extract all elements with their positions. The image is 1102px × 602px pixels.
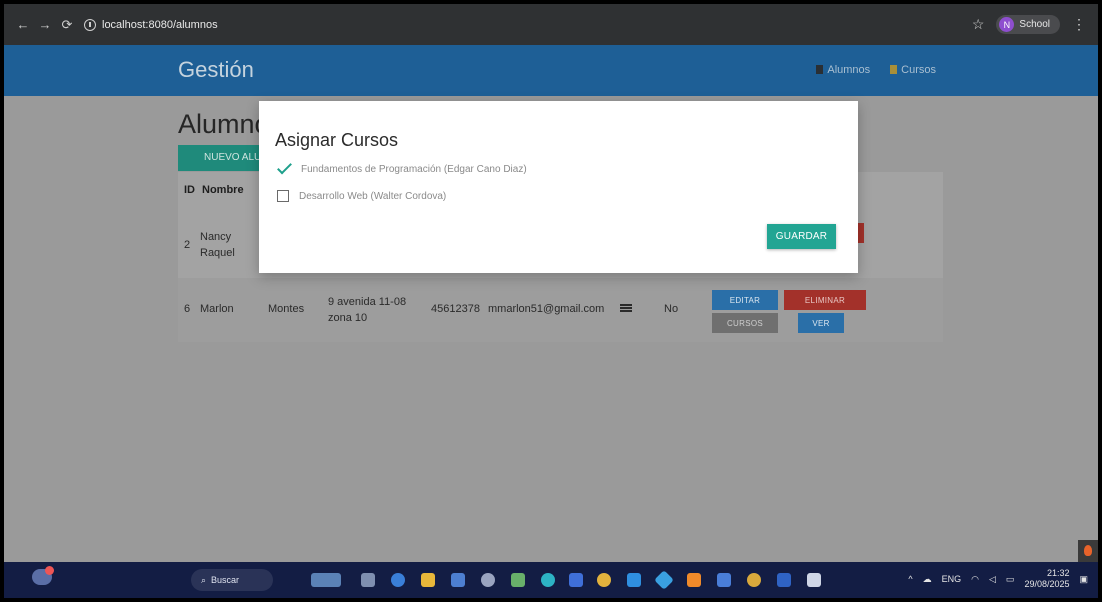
- assign-courses-modal: Asignar Cursos Fundamentos de Programaci…: [259, 101, 858, 273]
- xampp-icon[interactable]: [686, 570, 702, 590]
- course-list-icon[interactable]: [620, 304, 632, 312]
- windows-start-icon[interactable]: [167, 573, 181, 587]
- browser-menu-icon[interactable]: ⋮: [1072, 16, 1086, 33]
- search-icon: ⌕: [201, 574, 207, 585]
- delete-button[interactable]: ELIMINAR: [784, 290, 866, 310]
- forward-icon[interactable]: →: [34, 17, 56, 32]
- word-icon[interactable]: [776, 570, 792, 590]
- table-row: 6 Marlon Montes 9 avenida 11-08 zona 10 …: [178, 278, 943, 342]
- cell-telefono: 45612378: [431, 303, 480, 315]
- app-icon[interactable]: [806, 570, 822, 590]
- cell-activo: No: [664, 303, 679, 315]
- nav-cursos-label: Cursos: [901, 64, 936, 76]
- avatar: N: [999, 17, 1015, 32]
- cloud-icon[interactable]: ☁: [923, 574, 932, 585]
- weather-icon[interactable]: [32, 566, 54, 585]
- profile-button[interactable]: N School: [996, 15, 1060, 34]
- back-icon[interactable]: ←: [12, 17, 34, 32]
- header-nombre: Nombre: [202, 184, 244, 196]
- reload-icon[interactable]: ⟳: [56, 17, 78, 33]
- cell-nombre: Marlon: [200, 303, 234, 315]
- taskbar-search[interactable]: ⌕ Buscar: [191, 569, 273, 591]
- store-icon[interactable]: [450, 570, 466, 590]
- address-bar[interactable]: localhost:8080/alumnos: [84, 18, 218, 31]
- clock-date: 29/08/2025: [1024, 579, 1070, 589]
- cell-id: 6: [184, 303, 191, 315]
- language-indicator[interactable]: ENG: [942, 574, 962, 584]
- header-id: ID: [184, 184, 195, 196]
- app-badge-icon[interactable]: [566, 570, 586, 590]
- chevron-up-icon[interactable]: ^: [908, 574, 912, 584]
- checkbox[interactable]: [277, 190, 289, 202]
- nav-cursos[interactable]: Cursos: [890, 64, 936, 76]
- app-icon[interactable]: [360, 570, 376, 590]
- windows-taskbar: ⌕ Buscar ^ ☁ ENG ◠ ◁ ▭ 21:32 29/08/2025: [4, 562, 1098, 598]
- cell-nombre: Nancy Raquel: [200, 231, 235, 259]
- nav-alumnos[interactable]: Alumnos: [816, 64, 870, 76]
- app-icon[interactable]: [510, 570, 526, 590]
- chrome-profile-icon[interactable]: [746, 570, 762, 590]
- vscode-icon[interactable]: [626, 570, 642, 590]
- cell-apellido: Montes: [268, 303, 305, 315]
- cell-email: mmarlon51@gmail.com: [488, 303, 605, 315]
- search-placeholder: Buscar: [211, 575, 240, 585]
- notification-fire-icon[interactable]: [1078, 540, 1098, 562]
- screen: ← → ⟳ localhost:8080/alumnos ☆ N School …: [4, 4, 1098, 598]
- volume-icon[interactable]: ◁: [989, 574, 996, 585]
- modal-title: Asignar Cursos: [275, 130, 399, 150]
- course-option-label: Desarrollo Web (Walter Cordova): [299, 190, 447, 202]
- battery-icon[interactable]: ▭: [1006, 574, 1015, 585]
- app-navbar: Gestión Alumnos Cursos: [4, 45, 1098, 96]
- bookmark-star-icon[interactable]: ☆: [972, 16, 985, 33]
- clock-time: 21:32: [1046, 568, 1070, 578]
- book-icon: [890, 65, 898, 74]
- courses-button[interactable]: CURSOS: [712, 313, 778, 333]
- cell-id: 2: [184, 239, 191, 251]
- system-tray: ^ ☁ ENG ◠ ◁ ▭ 21:32 29/08/2025 ▣: [908, 568, 1088, 590]
- site-info-icon[interactable]: [84, 18, 96, 31]
- notifications-icon[interactable]: ▣: [1079, 574, 1088, 585]
- course-option-label: Fundamentos de Programación (Edgar Cano …: [301, 163, 527, 175]
- notes-icon[interactable]: [716, 570, 732, 590]
- course-option[interactable]: Fundamentos de Programación (Edgar Cano …: [277, 162, 527, 176]
- browser-toolbar: ← → ⟳ localhost:8080/alumnos ☆ N School …: [4, 4, 1098, 45]
- url-text[interactable]: localhost:8080/alumnos: [102, 19, 218, 31]
- student-icon: [816, 65, 824, 74]
- app-viewport: Gestión Alumnos Cursos Alumnos NUEVO ALU…: [4, 45, 1098, 562]
- brand-title[interactable]: Gestión: [178, 57, 254, 83]
- cell-direccion: 9 avenida 11-08 zona 10: [328, 296, 407, 324]
- clock[interactable]: 21:32 29/08/2025: [1024, 568, 1069, 590]
- file-explorer-icon[interactable]: [420, 570, 436, 590]
- dell-icon[interactable]: [480, 570, 496, 590]
- edit-button[interactable]: EDITAR: [712, 290, 778, 310]
- widget-icon[interactable]: [310, 570, 342, 590]
- nav-alumnos-label: Alumnos: [827, 64, 871, 76]
- course-option[interactable]: Desarrollo Web (Walter Cordova): [277, 190, 446, 202]
- chrome-icon[interactable]: [596, 570, 612, 590]
- edge-icon[interactable]: [540, 570, 556, 590]
- git-icon[interactable]: [654, 570, 674, 590]
- checkmark-icon[interactable]: [277, 162, 291, 176]
- app-icon[interactable]: [390, 570, 406, 590]
- wifi-icon[interactable]: ◠: [971, 574, 979, 585]
- save-button[interactable]: GUARDAR: [767, 224, 836, 249]
- view-button[interactable]: VER: [798, 313, 844, 333]
- profile-name: School: [1019, 19, 1050, 30]
